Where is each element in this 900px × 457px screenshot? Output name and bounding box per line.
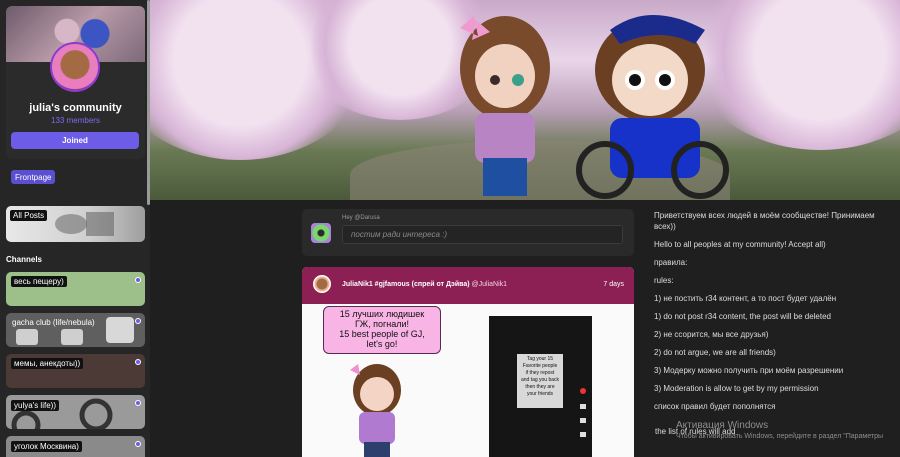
- composer-input[interactable]: постим ради интереса :): [342, 225, 623, 244]
- channel-item[interactable]: мемы, анекдоты)): [6, 354, 145, 388]
- rules-line: 3) Moderation is allow to get by my perm…: [654, 384, 819, 393]
- rules-line: 1) do not post r34 content, the post wil…: [654, 312, 832, 321]
- rules-line: Hello to all peoples at my community! Ac…: [654, 240, 826, 249]
- community-cover-image: [150, 0, 900, 200]
- unread-dot-icon: [135, 359, 141, 365]
- unread-dot-icon: [135, 441, 141, 447]
- channel-label: весь пещеру): [11, 276, 67, 287]
- bubble-line: 15 best people of GJ,: [339, 329, 425, 339]
- post-image[interactable]: 15 лучших людишек ГЖ, погнали! 15 best p…: [302, 304, 634, 457]
- bubble-line: 15 лучших людишек: [339, 309, 425, 319]
- joined-button[interactable]: Joined: [11, 132, 139, 149]
- speech-bubble: 15 лучших людишек ГЖ, погнали! 15 best p…: [323, 306, 441, 354]
- channel-item[interactable]: gacha club (life/nebula): [6, 313, 145, 347]
- rules-line: список правил будет пополнятся: [654, 402, 776, 411]
- all-posts-channel[interactable]: All Posts: [6, 206, 145, 242]
- channel-label: мемы, анекдоты)): [11, 358, 84, 369]
- channel-label: yulya's life)): [11, 400, 59, 411]
- post-composer: Hey @Darusa постим ради интереса :): [302, 209, 634, 256]
- main-feed: Hey @Darusa постим ради интереса :) Juli…: [150, 200, 900, 457]
- phone-line: your friends: [526, 391, 554, 397]
- channel-item[interactable]: yulya's life)): [6, 395, 145, 429]
- rules-line: rules:: [654, 276, 674, 285]
- channel-label: уголок Москвина): [11, 441, 82, 452]
- unread-dot-icon: [135, 277, 141, 283]
- channels-heading: Channels: [6, 255, 43, 264]
- bubble-line: ГЖ, погнали!: [354, 319, 410, 329]
- post-timestamp: 7 days: [603, 281, 624, 288]
- all-posts-thumbnail: [55, 212, 114, 236]
- community-rules: Приветствуем всех людей в моём сообществ…: [654, 210, 894, 419]
- channel-item[interactable]: весь пещеру): [6, 272, 145, 306]
- phone-line: then they are: [525, 384, 555, 390]
- community-card: julia's community 133 members Joined: [6, 6, 145, 159]
- app-root: julia's community 133 members Joined Fro…: [0, 0, 900, 457]
- phone-line: if they repost: [525, 370, 555, 376]
- phone-line: and tag you back: [520, 377, 560, 383]
- rules-line: 2) не ссорится, мы все друзья): [654, 330, 769, 339]
- character-girl-small-illustration: [350, 364, 401, 457]
- community-avatar[interactable]: [50, 42, 100, 92]
- feed-post[interactable]: JuliaNik1 #gjfamous (спрей от Дэйва) @Ju…: [302, 267, 634, 457]
- bubble-line: let's go!: [366, 339, 398, 349]
- phone-action-icons: [580, 388, 586, 437]
- rules-line: правила:: [654, 258, 688, 267]
- community-name: julia's community: [29, 102, 122, 114]
- frontpage-tab[interactable]: Frontpage: [11, 170, 56, 184]
- phone-text-card: Tag your 15 Favorite people if they repo…: [517, 354, 563, 408]
- user-avatar[interactable]: [311, 223, 331, 243]
- rules-line: 3) Модерку можно получить при моём разре…: [654, 366, 844, 375]
- post-header: JuliaNik1 #gjfamous (спрей от Дэйва) @Ju…: [302, 267, 634, 304]
- watermark-title: Активация Windows: [676, 420, 769, 431]
- post-author[interactable]: @JuliaNik1: [472, 281, 508, 288]
- post-author-avatar[interactable]: [313, 275, 331, 293]
- phone-line: Favorite people: [522, 363, 558, 369]
- phone-line: Tag your 15: [526, 356, 554, 362]
- rules-line: Приветствуем всех людей в моём сообществ…: [654, 211, 875, 231]
- channel-label: gacha club (life/nebula): [12, 318, 95, 327]
- post-title-line: JuliaNik1 #gjfamous (спрей от Дэйва) @Ju…: [342, 281, 507, 288]
- character-girl-illustration: [460, 16, 550, 196]
- unread-dot-icon: [135, 318, 141, 324]
- channel-item[interactable]: уголок Москвина): [6, 436, 145, 457]
- phone-screenshot: Tag your 15 Favorite people if they repo…: [489, 316, 592, 457]
- rules-line: 2) do not argue, we are all friends): [654, 348, 776, 357]
- character-boy-illustration: [576, 15, 729, 199]
- unread-dot-icon: [135, 400, 141, 406]
- watermark-subtitle: Чтобы активировать Windows, перейдите в …: [676, 433, 884, 440]
- composer-greeting: Hey @Darusa: [342, 215, 380, 221]
- rules-line: 1) не постить r34 контент, а то пост буд…: [654, 294, 837, 303]
- community-sidebar: julia's community 133 members Joined Fro…: [0, 0, 150, 457]
- post-title[interactable]: JuliaNik1 #gjfamous (спрей от Дэйва): [342, 281, 470, 288]
- community-members-count[interactable]: 133 members: [6, 116, 145, 125]
